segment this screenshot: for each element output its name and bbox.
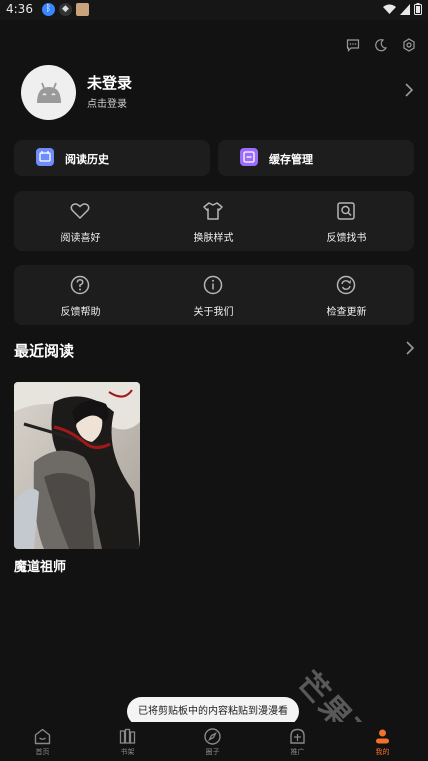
login-link[interactable]: 点击登录	[87, 95, 127, 110]
skin-style-label: 换肤样式	[193, 233, 234, 244]
recent-reading-title: 最近阅读	[14, 342, 75, 360]
help-icon	[70, 275, 90, 295]
cache-manage-label: 缓存管理	[269, 153, 313, 166]
book-cover[interactable]	[14, 382, 140, 549]
bluetooth-icon: ᛒ	[42, 3, 55, 16]
tab-mine-label: 我的	[375, 748, 390, 756]
reading-history-label: 阅读历史	[65, 153, 109, 166]
menu-grid-1: 阅读喜好 换肤样式 反馈找书	[14, 191, 414, 251]
bookshelf-icon	[119, 728, 136, 744]
status-bar: 4:36 ᛒ ◆	[0, 0, 428, 20]
tab-home-label: 首页	[35, 748, 50, 756]
promote-icon	[290, 728, 305, 744]
bottom-tab-bar: 首页 书架 圈子 推广 我的	[0, 722, 428, 761]
search-book-icon	[337, 202, 355, 220]
compass-icon	[204, 728, 221, 745]
tab-mine[interactable]: 我的	[340, 722, 425, 761]
tab-circle[interactable]: 圈子	[170, 722, 255, 761]
app-icon	[76, 3, 89, 16]
about-us-label: 关于我们	[193, 307, 234, 318]
profile-name: 未登录	[87, 74, 133, 92]
home-icon	[34, 728, 51, 745]
notification-icons: ᛒ ◆	[42, 3, 89, 16]
check-update-label: 检查更新	[326, 307, 367, 318]
night-mode-icon[interactable]	[374, 38, 388, 52]
message-icon[interactable]	[346, 38, 360, 52]
shirt-icon	[203, 202, 223, 220]
reading-preference-label: 阅读喜好	[60, 233, 101, 244]
settings-icon[interactable]	[402, 38, 416, 52]
battery-icon	[414, 3, 422, 15]
info-icon	[203, 275, 223, 295]
feedback-help-button[interactable]: 反馈帮助	[14, 265, 147, 325]
history-icon	[36, 148, 54, 166]
tab-circle-label: 圈子	[205, 748, 220, 756]
android-robot-icon	[36, 82, 61, 103]
wifi-icon	[383, 4, 396, 14]
tab-promote[interactable]: 推广	[255, 722, 340, 761]
avatar[interactable]	[21, 65, 76, 120]
cache-icon	[240, 148, 258, 166]
top-actions	[346, 38, 416, 52]
tab-home[interactable]: 首页	[0, 722, 85, 761]
chevron-right-icon[interactable]	[404, 340, 416, 356]
chevron-right-icon[interactable]	[402, 82, 416, 98]
about-us-button[interactable]: 关于我们	[147, 265, 280, 325]
check-update-button[interactable]: 检查更新	[280, 265, 413, 325]
profile-icon	[376, 729, 389, 744]
tab-bookshelf[interactable]: 书架	[85, 722, 170, 761]
feedback-find-book-label: 反馈找书	[326, 233, 367, 244]
status-time: 4:36	[6, 2, 33, 16]
feedback-find-book-button[interactable]: 反馈找书	[280, 191, 413, 251]
refresh-icon	[336, 275, 356, 295]
tab-promote-label: 推广	[290, 748, 305, 756]
cache-manage-button[interactable]: 缓存管理	[218, 140, 414, 176]
menu-grid-2: 反馈帮助 关于我们 检查更新	[14, 265, 414, 325]
signal-icon	[400, 3, 410, 15]
feedback-help-label: 反馈帮助	[60, 307, 101, 318]
shield-icon: ◆	[59, 3, 72, 16]
reading-history-button[interactable]: 阅读历史	[14, 140, 210, 176]
tab-bookshelf-label: 书架	[120, 748, 135, 756]
heart-icon	[70, 203, 90, 220]
skin-style-button[interactable]: 换肤样式	[147, 191, 280, 251]
profile-header[interactable]: 未登录 点击登录	[0, 60, 428, 126]
book-title[interactable]: 魔道祖师	[14, 556, 66, 575]
reading-preference-button[interactable]: 阅读喜好	[14, 191, 147, 251]
